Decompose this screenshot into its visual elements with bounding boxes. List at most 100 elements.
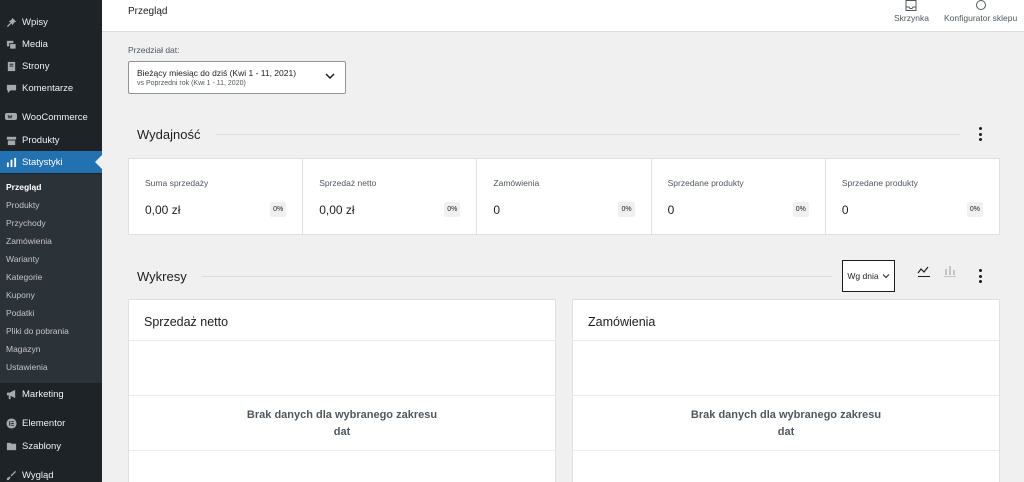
bar-chart-icon: [0, 157, 20, 168]
menu-label: Media: [22, 38, 48, 50]
menu-label: Strony: [22, 60, 50, 72]
submenu-item-przychody[interactable]: Przychody: [6, 218, 46, 228]
menu-item-wpisy[interactable]: Wpisy: [0, 11, 102, 33]
submenu-item-magazyn[interactable]: Magazyn: [6, 344, 41, 354]
menu-item-produkty[interactable]: Produkty: [0, 129, 102, 151]
submenu-item-pliki[interactable]: Pliki do pobrania: [6, 326, 69, 336]
stat-delta-badge: 0%: [966, 202, 984, 217]
divider: [202, 276, 832, 277]
stat-label: Sprzedaż netto: [319, 178, 377, 188]
stat-value: 0: [841, 203, 849, 217]
divider: [129, 340, 555, 341]
interval-value: Wg dnia: [847, 271, 879, 281]
menu-item-komentarze[interactable]: Komentarze: [0, 77, 102, 99]
megaphone-icon: [0, 389, 20, 400]
submenu-item-produkty[interactable]: Produkty: [6, 200, 40, 210]
submenu-item-kupony[interactable]: Kupony: [6, 290, 35, 300]
charts-title: Wykresy: [137, 269, 187, 284]
inbox-icon: [905, 0, 917, 11]
submenu-item-podatki[interactable]: Podatki: [6, 308, 34, 318]
stat-value: 0,00 zł: [145, 203, 181, 217]
empty-state-line-1: Brak danych dla wybranego zakresu: [246, 409, 438, 421]
stat-suma-sprzedazy[interactable]: Suma sprzedaży 0,00 zł 0%: [129, 159, 304, 234]
page-title: Przegląd: [128, 6, 168, 17]
menu-item-statystyki[interactable]: Statystyki: [0, 151, 102, 173]
date-range-label: Przedział dat:: [128, 45, 180, 55]
menu-label: WooCommerce: [22, 111, 88, 123]
folder-icon: [0, 441, 20, 452]
menu-label: Wygląd: [22, 469, 54, 481]
date-range-main: Bieżący miesiąc do dziś (Kwi 1 - 11, 202…: [137, 68, 297, 78]
menu-label: Elementor: [22, 417, 66, 429]
chart-panel-sprzedaz-netto: Sprzedaż netto Brak danych dla wybranego…: [128, 299, 556, 482]
menu-item-media[interactable]: Media: [0, 33, 102, 55]
media-icon: [0, 39, 20, 50]
elementor-icon: [0, 417, 20, 429]
menu-label: Marketing: [22, 388, 64, 400]
performance-stats: Suma sprzedaży 0,00 zł 0% Sprzedaż netto…: [128, 158, 1000, 235]
menu-label: Produkty: [22, 134, 60, 146]
store-setup-label: Konfigurator sklepu: [944, 13, 1018, 23]
submenu-item-przeglad[interactable]: Przegląd: [6, 182, 41, 192]
performance-menu-icon[interactable]: [975, 126, 985, 142]
interval-select[interactable]: Wg dnia: [842, 260, 895, 292]
stat-label: Sprzedane produkty: [841, 178, 918, 188]
progress-circle-icon: [975, 0, 986, 10]
menu-item-elementor[interactable]: Elementor: [0, 412, 102, 434]
date-range-picker[interactable]: Bieżący miesiąc do dziś (Kwi 1 - 11, 202…: [128, 61, 346, 94]
stat-zamowienia[interactable]: Zamówienia 0 0%: [477, 159, 652, 234]
brush-icon: [0, 470, 20, 481]
empty-state-message: Brak danych dla wybranego zakresu dat: [129, 407, 555, 441]
empty-state-message: Brak danych dla wybranego zakresu dat: [573, 407, 999, 441]
stat-value: 0,00 zł: [319, 203, 355, 217]
inbox-button[interactable]: Skrzynka: [894, 0, 929, 23]
page-header: Przegląd Skrzynka Konfigurator sklepu: [102, 0, 1024, 32]
stat-label: Sprzedane produkty: [667, 178, 744, 188]
bar-chart-toggle-icon[interactable]: [943, 264, 957, 278]
performance-title: Wydajność: [137, 127, 201, 142]
stat-label: Suma sprzedaży: [145, 178, 209, 188]
chevron-down-icon: [325, 73, 335, 80]
chart-panel-zamowienia: Zamówienia Brak danych dla wybranego zak…: [572, 299, 1000, 482]
menu-label: Wpisy: [22, 16, 48, 28]
menu-item-marketing[interactable]: Marketing: [0, 383, 102, 405]
chart-title: Zamówienia: [588, 315, 656, 329]
pin-icon: [0, 17, 20, 28]
divider: [573, 340, 999, 341]
line-chart-icon[interactable]: [917, 264, 931, 278]
empty-state-line-1: Brak danych dla wybranego zakresu: [690, 409, 882, 421]
woocommerce-icon: [0, 112, 20, 122]
menu-item-szablony[interactable]: Szablony: [0, 435, 102, 457]
menu-label: Komentarze: [22, 82, 74, 94]
chevron-down-icon: [882, 274, 889, 279]
empty-state-line-2: dat: [777, 426, 795, 438]
statystyki-submenu: Przegląd Produkty Przychody Zamówienia W…: [0, 174, 102, 383]
divider: [129, 450, 555, 451]
stat-sprzedaz-netto[interactable]: Sprzedaż netto 0,00 zł 0%: [303, 159, 478, 234]
chart-title: Sprzedaż netto: [144, 315, 229, 329]
divider: [573, 450, 999, 451]
date-range-compare: vs Poprzedni rok (Kwi 1 - 11, 2020): [137, 80, 246, 87]
menu-label: Szablony: [22, 440, 62, 452]
submenu-item-warianty[interactable]: Warianty: [6, 254, 39, 264]
store-setup-button[interactable]: Konfigurator sklepu: [944, 0, 1017, 23]
stat-delta-badge: 0%: [618, 202, 635, 217]
menu-item-strony[interactable]: Strony: [0, 55, 102, 77]
stat-delta-badge: 0%: [444, 202, 461, 217]
submenu-item-kategorie[interactable]: Kategorie: [6, 272, 42, 282]
menu-item-wyglad[interactable]: Wygląd: [0, 464, 102, 482]
empty-state-line-2: dat: [333, 426, 351, 438]
divider: [129, 395, 555, 396]
charts-menu-icon[interactable]: [975, 268, 985, 284]
divider: [573, 395, 999, 396]
stat-delta-badge: 0%: [792, 202, 809, 217]
stat-value: 0: [667, 203, 675, 217]
page-icon: [0, 61, 20, 72]
stat-sprzedane-produkty-2[interactable]: Sprzedane produkty 0 0%: [826, 159, 999, 234]
submenu-item-zamowienia[interactable]: Zamówienia: [6, 236, 52, 246]
divider: [216, 134, 960, 135]
menu-item-woocommerce[interactable]: WooCommerce: [0, 106, 102, 128]
stat-sprzedane-produkty[interactable]: Sprzedane produkty 0 0%: [652, 159, 826, 234]
submenu-item-ustawienia[interactable]: Ustawienia: [6, 362, 48, 372]
stat-delta-badge: 0%: [270, 202, 287, 217]
